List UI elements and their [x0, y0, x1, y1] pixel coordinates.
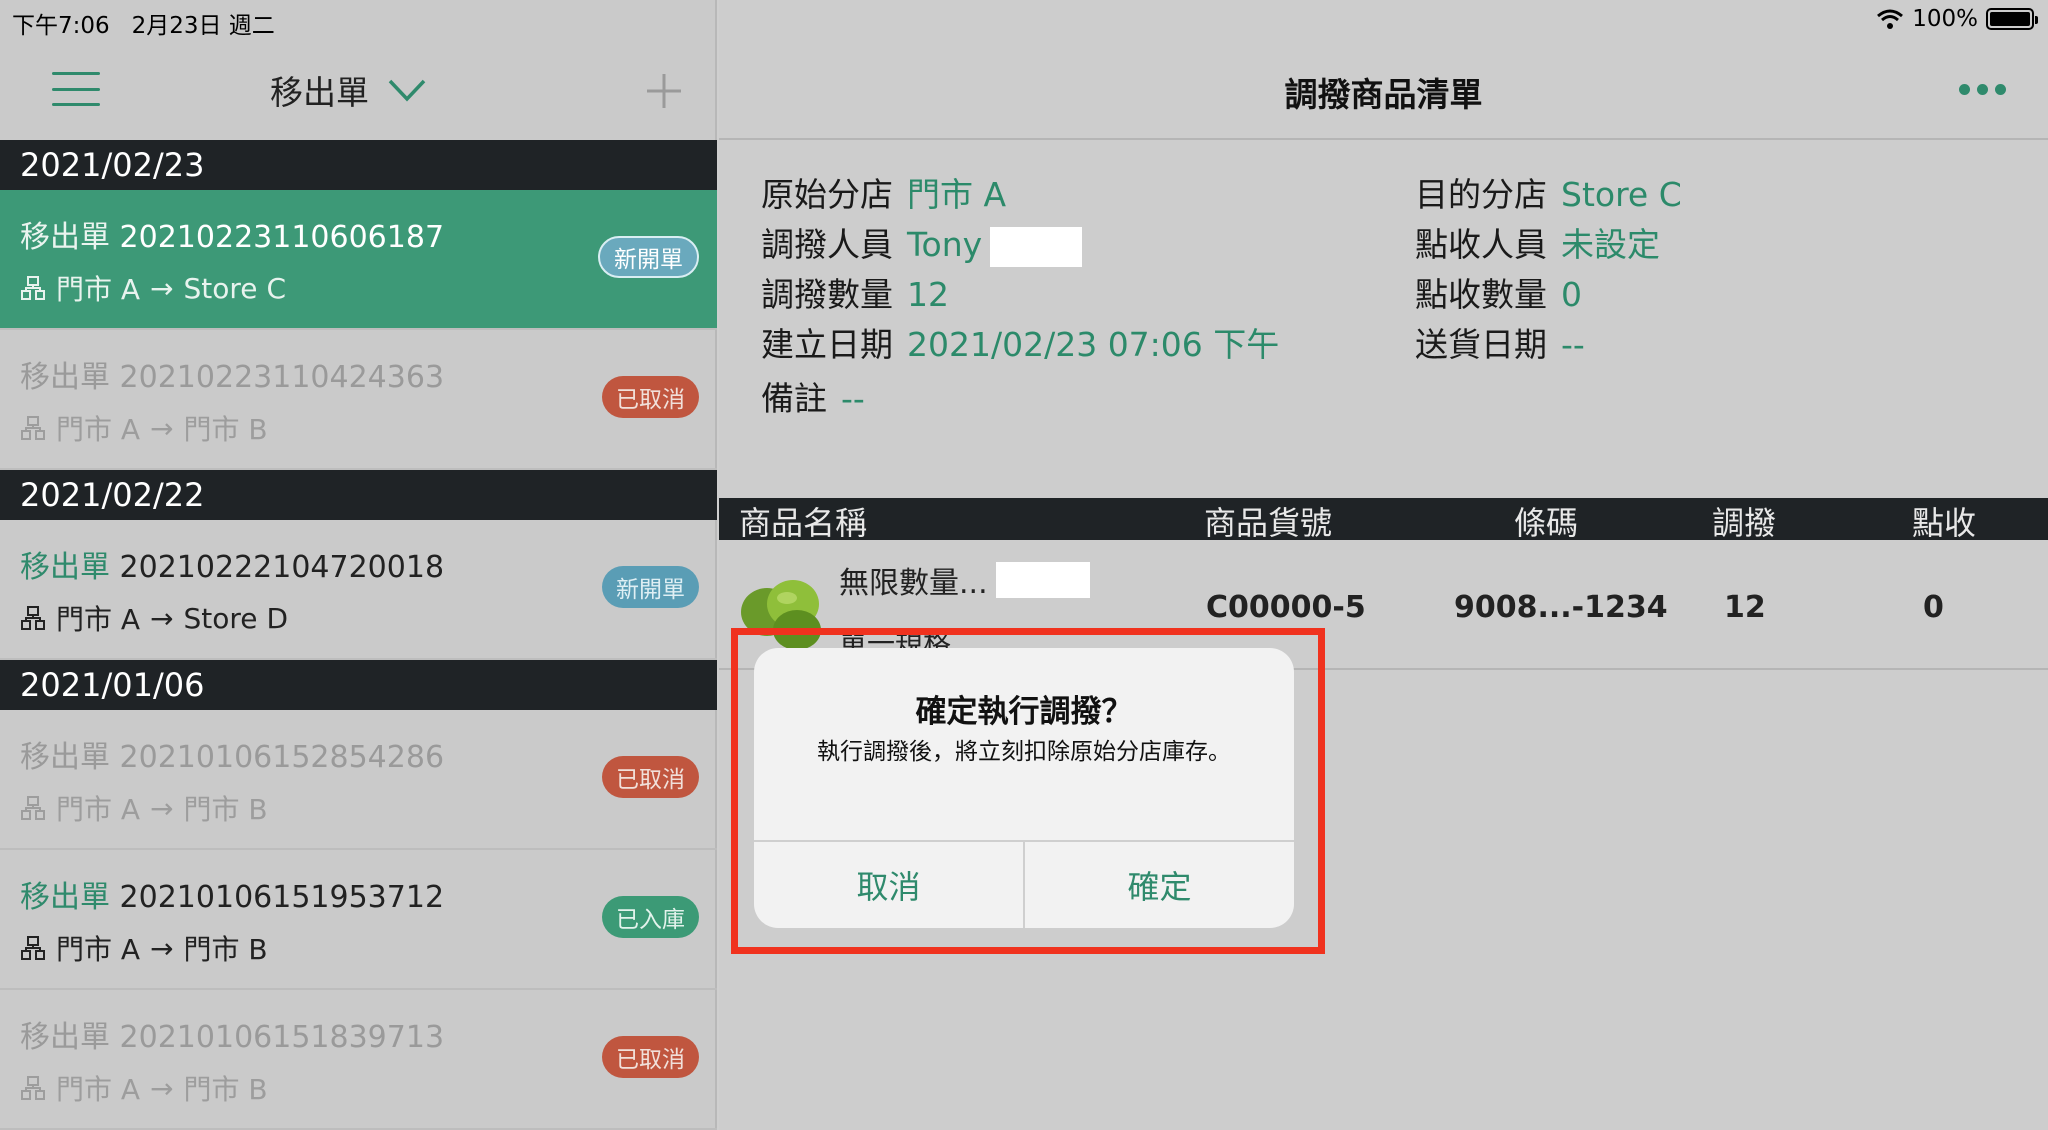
col-name: 商品名稱	[739, 504, 868, 542]
redacted-box	[990, 226, 1083, 267]
product-sku: C00000-5	[1206, 590, 1366, 625]
arrow-icon: →	[150, 411, 174, 445]
arrow-icon: →	[150, 1071, 174, 1105]
list-type-selector[interactable]: 移出單	[270, 66, 427, 114]
col-sku: 商品貨號	[1204, 504, 1333, 542]
status-badge: 新開單	[602, 566, 699, 608]
store-icon	[21, 416, 45, 440]
order-number: 20210223110424363	[119, 360, 445, 395]
info-source: 原始分店 門市 A	[761, 175, 1007, 214]
detail-title: 調撥商品清單	[1284, 75, 1483, 114]
received-qty: 0	[1923, 590, 1944, 625]
wifi-icon	[1877, 9, 1904, 29]
date-group-header: 2021/02/23	[0, 140, 717, 190]
add-icon[interactable]	[645, 72, 683, 110]
redacted-box	[995, 562, 1090, 598]
info-receiver: 點收人員 未設定	[1415, 225, 1660, 264]
info-qty: 調撥數量 12	[761, 275, 949, 314]
order-list-panel: 移出單 2021/02/23 移出單 20210223110606187 門市 …	[0, 0, 717, 1130]
info-staff: 調撥人員 Tony	[761, 218, 1083, 267]
from-store: 門市 A	[56, 603, 141, 636]
to-store: Store C	[183, 271, 286, 305]
to-store: 門市 B	[183, 933, 268, 966]
product-barcode: 9008...-1234	[1454, 590, 1668, 625]
from-store: 門市 A	[56, 1073, 141, 1106]
order-type: 移出單	[20, 740, 110, 775]
from-store: 門市 A	[56, 793, 141, 826]
col-barcode: 條碼	[1514, 504, 1579, 542]
product-name: 無限數量...	[839, 558, 1090, 602]
info-recv-qty: 點收數量 0	[1415, 275, 1582, 314]
status-badge: 已取消	[602, 756, 699, 798]
menu-icon[interactable]	[52, 72, 100, 106]
from-store: 門市 A	[56, 933, 141, 966]
table-header: 商品名稱 商品貨號 條碼 調撥 點收	[719, 498, 2048, 542]
detail-panel: 調撥商品清單 原始分店 門市 A 目的分店 Store C 調撥人員 Tony 點收人…	[719, 0, 2048, 1130]
info-created: 建立日期 2021/02/23 07:06 下午	[761, 325, 1280, 364]
to-store: 門市 B	[183, 1073, 268, 1106]
from-store: 門市 A	[56, 413, 141, 446]
arrow-icon: →	[150, 601, 174, 635]
confirm-button[interactable]: 確定	[1023, 842, 1294, 928]
arrow-icon: →	[150, 931, 174, 965]
status-badge: 已取消	[602, 1036, 699, 1078]
order-type: 移出單	[20, 880, 110, 915]
to-store: 門市 B	[183, 413, 268, 446]
store-icon	[21, 936, 45, 960]
order-item[interactable]: 移出單 20210106151839713 門市 A → 門市 B 已取消	[0, 990, 717, 1130]
battery-icon	[1986, 8, 2038, 30]
info-note: 備註 --	[761, 379, 865, 418]
info-dest: 目的分店 Store C	[1415, 175, 1682, 214]
order-item[interactable]: 移出單 20210106151953712 門市 A → 門市 B 已入庫	[0, 850, 717, 990]
order-type: 移出單	[20, 550, 110, 585]
status-badge: 已入庫	[602, 896, 699, 938]
status-indicators: 100%	[1876, 6, 2038, 32]
store-icon	[21, 276, 45, 300]
date-group-header: 2021/01/06	[0, 660, 717, 710]
arrow-icon: →	[150, 271, 174, 305]
order-number: 20210106151839713	[119, 1020, 445, 1055]
store-icon	[21, 606, 45, 630]
order-type: 移出單	[20, 220, 110, 255]
order-item[interactable]: 移出單 20210106152854286 門市 A → 門市 B 已取消	[0, 710, 717, 850]
order-number: 20210222104720018	[119, 550, 445, 585]
order-item[interactable]: 移出單 20210222104720018 門市 A → Store D 新開單	[0, 520, 717, 660]
status-badge: 已取消	[602, 376, 699, 418]
date-group-header: 2021/02/22	[0, 470, 717, 520]
status-time: 下午7:06 2月23日 週二	[12, 13, 275, 39]
order-number: 20210106151953712	[119, 880, 445, 915]
status-badge: 新開單	[598, 236, 699, 278]
transfer-qty: 12	[1724, 590, 1766, 625]
chevron-down-icon	[388, 79, 426, 102]
detail-header: 調撥商品清單	[719, 40, 2048, 140]
more-icon[interactable]	[1959, 84, 2006, 95]
dialog-buttons: 取消 確定	[754, 840, 1294, 928]
store-icon	[21, 796, 45, 820]
arrow-icon: →	[150, 791, 174, 825]
list-header: 移出單	[0, 40, 717, 140]
battery-percent: 100%	[1912, 6, 1978, 32]
order-number: 20210223110606187	[119, 220, 445, 255]
to-store: 門市 B	[183, 793, 268, 826]
store-icon	[21, 1076, 45, 1100]
list-title: 移出單	[270, 73, 369, 112]
col-received: 點收	[1912, 504, 1977, 542]
order-type: 移出單	[20, 1020, 110, 1055]
to-store: Store D	[183, 601, 288, 635]
info-delivery: 送貨日期 --	[1415, 325, 1585, 364]
dialog-message: 執行調撥後，將立刻扣除原始分店庫存。	[817, 739, 1231, 765]
cancel-button[interactable]: 取消	[754, 842, 1023, 928]
dialog-title: 確定執行調撥？	[915, 694, 1133, 730]
confirm-dialog: 確定執行調撥？ 執行調撥後，將立刻扣除原始分店庫存。 取消 確定	[754, 648, 1294, 928]
order-item[interactable]: 移出單 20210223110424363 門市 A → 門市 B 已取消	[0, 330, 717, 470]
col-transfer: 調撥	[1712, 504, 1777, 542]
order-item[interactable]: 移出單 20210223110606187 門市 A → Store C 新開單	[0, 190, 717, 330]
order-number: 20210106152854286	[119, 740, 445, 775]
from-store: 門市 A	[56, 273, 141, 306]
order-type: 移出單	[20, 360, 110, 395]
